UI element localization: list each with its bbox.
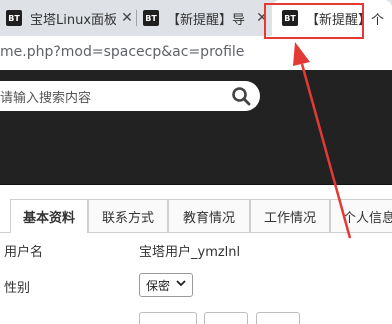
annotation-arrow (293, 42, 352, 239)
